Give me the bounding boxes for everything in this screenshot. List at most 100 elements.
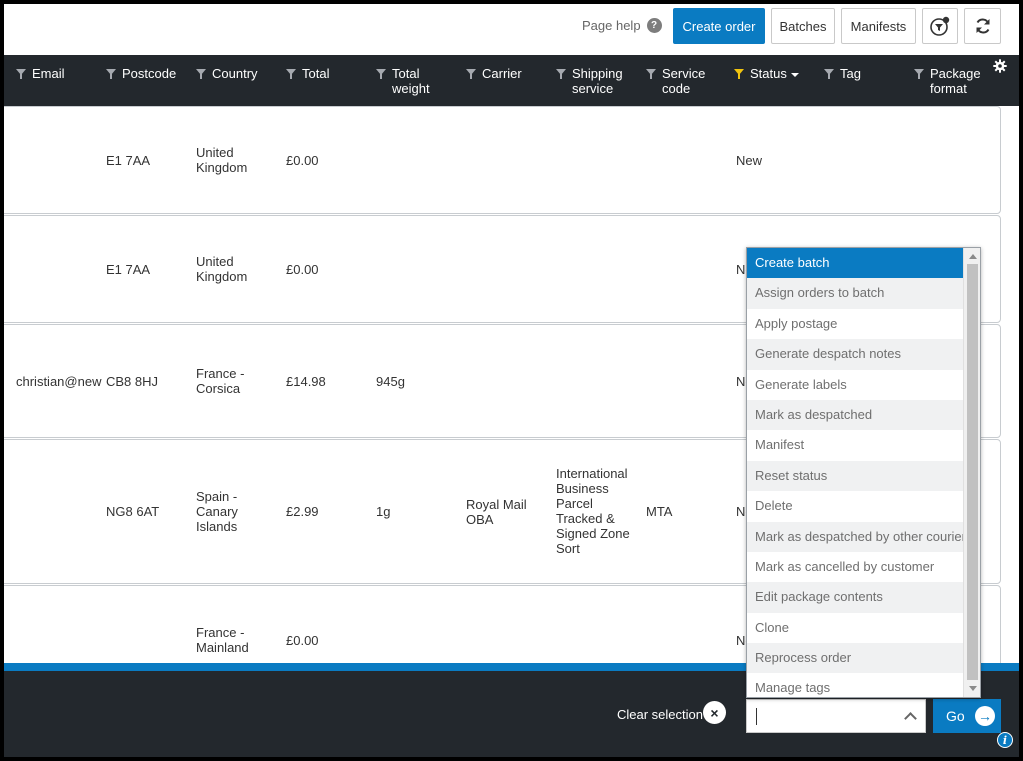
country-cell: United Kingdom <box>196 254 248 284</box>
dropdown-option[interactable]: Edit package contents <box>747 582 964 613</box>
dropdown-option[interactable]: Manifest <box>747 430 964 461</box>
country-cell: Spain - Canary Islands <box>196 489 238 534</box>
clear-selection-icon[interactable]: × <box>703 701 726 724</box>
bulk-action-options: Create batch Assign orders to batch Apply … <box>747 248 966 697</box>
postcode-cell: E1 7AA <box>106 153 151 168</box>
scroll-up-icon[interactable] <box>969 254 977 259</box>
column-email-label: Email <box>32 66 65 81</box>
dropdown-option[interactable]: Reprocess order <box>747 643 964 674</box>
filter-settings-icon <box>930 16 950 36</box>
column-tag[interactable]: Tag <box>824 66 861 81</box>
manifests-button[interactable]: Manifests <box>841 8 916 44</box>
go-button-label: Go <box>946 708 965 724</box>
column-total-weight-label: Total weight <box>392 66 430 96</box>
dropdown-option[interactable]: Generate despatch notes <box>747 339 964 370</box>
column-service-code[interactable]: Service code <box>646 66 705 96</box>
column-status[interactable]: Status <box>734 66 799 81</box>
filter-icon[interactable] <box>466 69 476 79</box>
scroll-down-icon[interactable] <box>969 686 977 691</box>
column-postcode[interactable]: Postcode <box>106 66 176 81</box>
page-help-link[interactable]: Page help ? <box>582 18 662 33</box>
clear-selection-link[interactable]: Clear selection <box>617 707 703 722</box>
column-package-format-label: Package format <box>930 66 981 96</box>
bulk-action-input[interactable] <box>746 699 926 733</box>
dropdown-option[interactable]: Mark as despatched <box>747 399 964 431</box>
column-shipping-service-label: Shipping service <box>572 66 623 96</box>
dropdown-option[interactable]: Manage tags <box>747 673 964 697</box>
country-cell: United Kingdom <box>196 145 248 175</box>
column-carrier[interactable]: Carrier <box>466 66 522 81</box>
dropdown-option[interactable]: Assign orders to batch <box>747 278 964 309</box>
filter-icon[interactable] <box>106 69 116 79</box>
dropdown-option[interactable]: Apply postage <box>747 308 964 340</box>
carrier-cell: Royal Mail OBA <box>466 497 527 527</box>
batches-button[interactable]: Batches <box>771 8 835 44</box>
total-cell: £0.00 <box>286 633 319 648</box>
create-order-button[interactable]: Create order <box>673 8 765 44</box>
column-email[interactable]: Email <box>16 66 65 81</box>
postcode-cell: NG8 6AT <box>106 504 160 519</box>
total-cell: £0.00 <box>286 262 319 277</box>
column-status-label: Status <box>750 66 799 81</box>
gear-icon[interactable] <box>993 59 1007 73</box>
column-total-label: Total <box>302 66 330 81</box>
dropdown-option[interactable]: Mark as despatched by other courier <box>747 521 966 552</box>
total-cell: £2.99 <box>286 504 319 519</box>
filter-settings-button[interactable] <box>922 8 958 44</box>
filter-icon[interactable] <box>196 69 206 79</box>
dropdown-option[interactable]: Delete <box>747 491 964 522</box>
country-cell: France - Corsica <box>196 366 245 396</box>
go-button[interactable]: Go → <box>933 699 1001 733</box>
filter-icon[interactable] <box>16 69 26 79</box>
column-country-label: Country <box>212 66 258 81</box>
filter-icon[interactable] <box>914 69 924 79</box>
table-row[interactable]: E1 7AA United Kingdom £0.00 New <box>4 106 1001 214</box>
column-country[interactable]: Country <box>196 66 258 81</box>
orders-page: Page help ? Create order Batches Manifes… <box>4 4 1019 757</box>
filter-icon[interactable] <box>824 69 834 79</box>
refresh-button[interactable] <box>964 8 1001 44</box>
arrow-right-icon: → <box>975 706 995 726</box>
help-icon: ? <box>646 18 662 33</box>
dropdown-option[interactable]: Create batch <box>747 248 964 279</box>
service-code-cell: MTA <box>646 504 673 519</box>
active-filter-icon[interactable] <box>734 69 744 79</box>
dropdown-option[interactable]: Mark as cancelled by customer <box>747 551 964 583</box>
dropdown-option[interactable]: Reset status <box>747 460 964 492</box>
text-cursor <box>756 708 757 725</box>
column-total-weight[interactable]: Total weight <box>376 66 430 96</box>
sort-desc-icon <box>790 72 799 77</box>
dropdown-scrollbar[interactable] <box>963 248 980 697</box>
email-cell: christian@new <box>16 374 102 389</box>
page-help-label: Page help <box>582 18 641 33</box>
total-cell: £14.98 <box>286 374 326 389</box>
postcode-cell: E1 7AA <box>106 262 151 277</box>
total-cell: £0.00 <box>286 153 319 168</box>
shipping-service-cell: International Business Parcel Tracked & Sign… <box>556 466 630 556</box>
column-total[interactable]: Total <box>286 66 329 81</box>
postcode-cell: CB8 8HJ <box>106 374 159 389</box>
column-tag-label: Tag <box>840 66 861 81</box>
filter-icon[interactable] <box>556 69 566 79</box>
column-package-format[interactable]: Package format <box>914 66 981 96</box>
column-shipping-service[interactable]: Shipping service <box>556 66 623 96</box>
country-cell: France - Mainland <box>196 625 249 655</box>
refresh-icon <box>976 18 989 34</box>
scrollbar-thumb[interactable] <box>967 264 978 680</box>
filter-icon[interactable] <box>376 69 386 79</box>
weight-cell: 1g <box>376 504 391 519</box>
filter-icon[interactable] <box>286 69 296 79</box>
column-service-code-label: Service code <box>662 66 706 96</box>
dropdown-option[interactable]: Clone <box>747 612 964 644</box>
bulk-action-dropdown[interactable]: Create batch Assign orders to batch Apply … <box>746 247 981 698</box>
info-icon[interactable]: i <box>997 732 1013 748</box>
chevron-up-icon[interactable] <box>904 712 917 725</box>
top-toolbar: Page help ? Create order Batches Manifes… <box>4 4 1019 56</box>
filter-icon[interactable] <box>646 69 656 79</box>
column-postcode-label: Postcode <box>122 66 177 81</box>
table-header: Email Postcode Country Total Total weight… <box>4 55 1019 106</box>
status-cell: New <box>736 153 763 168</box>
dropdown-option[interactable]: Generate labels <box>747 369 964 400</box>
column-carrier-label: Carrier <box>482 66 522 81</box>
weight-cell: 945g <box>376 374 405 389</box>
